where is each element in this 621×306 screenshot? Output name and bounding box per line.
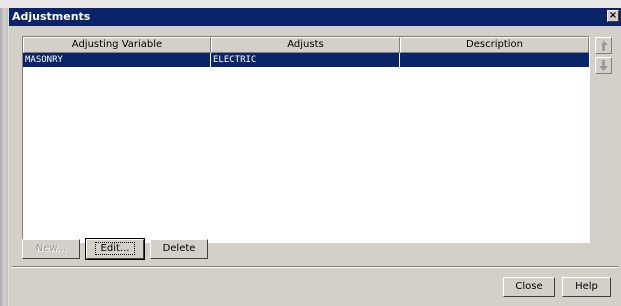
background-strip-left — [0, 8, 9, 306]
move-down-button[interactable] — [595, 57, 612, 74]
list-header: Adjusting Variable Adjusts Description — [23, 37, 589, 53]
delete-button[interactable]: Delete — [150, 239, 208, 259]
table-row[interactable]: MASONRY ELECTRIC — [23, 53, 589, 67]
column-header-adjusting-variable[interactable]: Adjusting Variable — [23, 37, 211, 53]
move-up-button[interactable] — [595, 37, 612, 54]
adjustments-list[interactable]: Adjusting Variable Adjusts Description M… — [22, 36, 590, 243]
close-window-button[interactable]: × — [607, 10, 619, 22]
cell-adjusting-variable: MASONRY — [23, 53, 211, 67]
cell-adjusts: ELECTRIC — [211, 53, 400, 67]
arrow-up-icon — [599, 40, 608, 51]
adjustments-dialog: Adjustments × Adjusting Variable Adjusts… — [9, 8, 621, 306]
close-button[interactable]: Close — [503, 277, 555, 297]
background-strip-top — [0, 0, 621, 8]
arrow-down-icon — [599, 60, 608, 71]
dialog-title: Adjustments — [12, 10, 91, 23]
help-button[interactable]: Help — [562, 277, 611, 297]
title-bar[interactable]: Adjustments × — [9, 8, 621, 26]
edit-button-label: Edit... — [94, 242, 136, 255]
column-header-adjusts[interactable]: Adjusts — [211, 37, 400, 53]
new-button[interactable]: New... — [22, 239, 80, 259]
close-icon: × — [608, 10, 618, 21]
separator — [12, 266, 618, 268]
cell-description — [400, 53, 589, 67]
column-header-description[interactable]: Description — [400, 37, 589, 53]
edit-button[interactable]: Edit... — [85, 238, 145, 260]
